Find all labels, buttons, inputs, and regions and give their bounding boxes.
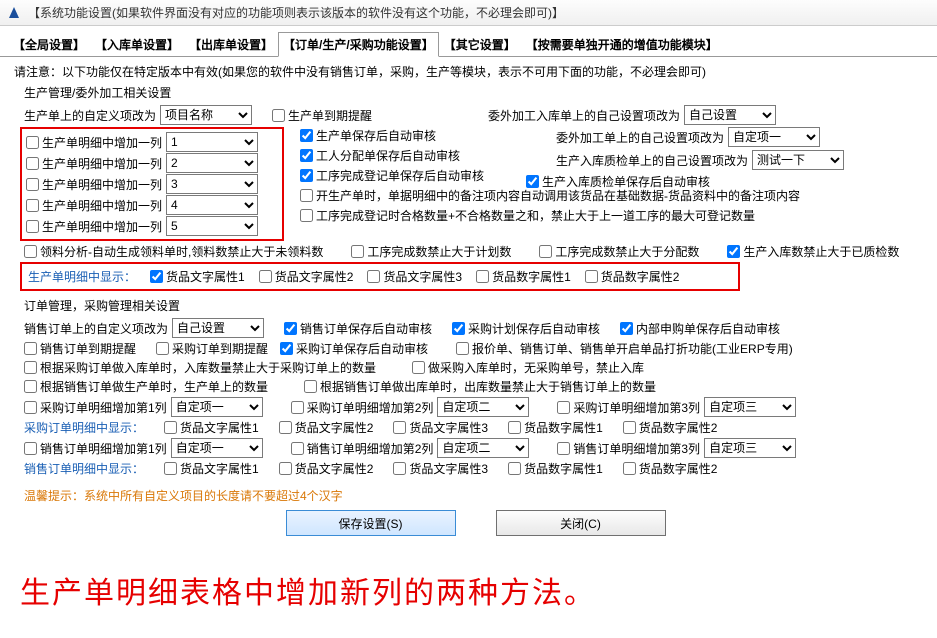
notice-text: 请注意：以下功能仅在特定版本中有效(如果您的软件中没有销售订单，采购，生产等模块… [14, 63, 927, 80]
ck-so-addcol2[interactable]: 销售订单明细增加第2列 [291, 440, 434, 457]
ck-po-addcol2[interactable]: 采购订单明细增加第2列 [291, 399, 434, 416]
tab-content: 请注意：以下功能仅在特定版本中有效(如果您的软件中没有销售订单，采购，生产等模块… [0, 57, 937, 554]
tab-addons[interactable]: 【按需要单独开通的增值功能模块】 [521, 32, 723, 57]
ck-so-attr-n1[interactable]: 货品数字属性1 [508, 460, 603, 477]
window-title: 【系统功能设置(如果软件界面没有对应的功能项则表示该版本的软件没有这个功能，不必… [28, 4, 564, 21]
annotation-caption: 生产单明细表格中增加新列的两种方法。 [0, 554, 937, 630]
ck-prod-attr-n2[interactable]: 货品数字属性2 [585, 268, 680, 285]
section-production: 生产管理/委外加工相关设置 [24, 84, 927, 101]
sel-po-addcol1[interactable]: 自定项一 [171, 397, 263, 417]
ck-so-expire[interactable]: 销售订单到期提醒 [24, 340, 136, 357]
ck-so-attr-t3[interactable]: 货品文字属性3 [393, 460, 488, 477]
tab-order-prod-purchase[interactable]: 【订单/生产/采购功能设置】 [278, 32, 439, 57]
ck-po-attr-t1[interactable]: 货品文字属性1 [164, 419, 259, 436]
ck-stockin-qc[interactable]: 生产入库数禁止大于已质检数 [727, 243, 899, 260]
ck-po-attr-n1[interactable]: 货品数字属性1 [508, 419, 603, 436]
ck-prod-attr-n1[interactable]: 货品数字属性1 [476, 268, 571, 285]
ck-po-expire[interactable]: 采购订单到期提醒 [156, 340, 268, 357]
ck-add-col-4[interactable]: 生产单明细中增加一列 [26, 197, 162, 214]
sel-so-addcol3[interactable]: 自定项三 [704, 438, 796, 458]
sel-add-col-2[interactable]: 2 [166, 153, 258, 173]
qc-in-label: 生产入库质检单上的自己设置项改为 [556, 152, 748, 169]
button-bar: 保存设置(S) 关闭(C) [24, 510, 927, 536]
ck-so-attr-t2[interactable]: 货品文字属性2 [279, 460, 374, 477]
ww-select[interactable]: 自定项一 [728, 127, 820, 147]
ck-ws-done-save-audit[interactable]: 工序完成登记单保存后自动审核 [300, 167, 484, 184]
ww-in-select[interactable]: 自己设置 [684, 105, 776, 125]
so-detail-show-label: 销售订单明细中显示： [24, 460, 144, 477]
save-button[interactable]: 保存设置(S) [286, 510, 456, 536]
tab-stockout[interactable]: 【出库单设置】 [184, 32, 278, 57]
prod-detail-show-label: 生产单明细中显示： [28, 268, 136, 285]
ck-prod-expire[interactable]: 生产单到期提醒 [272, 107, 372, 124]
app-icon [6, 5, 22, 21]
sel-so-addcol2[interactable]: 自定项二 [437, 438, 529, 458]
tab-stockin[interactable]: 【入库单设置】 [90, 32, 184, 57]
ck-po-attr-t2[interactable]: 货品文字属性2 [279, 419, 374, 436]
section-order: 订单管理，采购管理相关设置 [24, 297, 927, 314]
window-titlebar: 【系统功能设置(如果软件界面没有对应的功能项则表示该版本的软件没有这个功能，不必… [0, 0, 937, 26]
redbox-detail-show: 生产单明细中显示： 货品文字属性1 货品文字属性2 货品文字属性3 货品数字属性… [20, 262, 740, 291]
ck-qc-save-audit[interactable]: 生产入库质检单保存后自动审核 [526, 173, 710, 190]
sel-add-col-3[interactable]: 3 [166, 174, 258, 194]
ck-add-col-1[interactable]: 生产单明细中增加一列 [26, 134, 162, 151]
prod-custom-col-select[interactable]: 项目名称 [160, 105, 252, 125]
ck-po-addcol1[interactable]: 采购订单明细增加第1列 [24, 399, 167, 416]
tab-global[interactable]: 【全局设置】 [8, 32, 90, 57]
sel-so-addcol1[interactable]: 自定项一 [171, 438, 263, 458]
ck-ws-dist[interactable]: 工序完成数禁止大于分配数 [539, 243, 699, 260]
ck-so-attr-t1[interactable]: 货品文字属性1 [164, 460, 259, 477]
ck-so-attr-n2[interactable]: 货品数字属性2 [623, 460, 718, 477]
ck-add-col-3[interactable]: 生产单明细中增加一列 [26, 176, 162, 193]
warm-tip: 温馨提示：系统中所有自定义项目的长度请不要超过4个汉字 [24, 487, 927, 504]
sel-po-addcol2[interactable]: 自定项二 [437, 397, 529, 417]
ck-so-addcol3[interactable]: 销售订单明细增加第3列 [557, 440, 700, 457]
qc-in-select[interactable]: 测试一下 [752, 150, 844, 170]
ck-so-to-out-qty[interactable]: 根据销售订单做出库单时，出库数量禁止大于销售订单上的数量 [304, 378, 656, 395]
ck-add-col-2[interactable]: 生产单明细中增加一列 [26, 155, 162, 172]
ww-label: 委外加工单上的自己设置项改为 [556, 129, 724, 146]
ck-prod-attr-t3[interactable]: 货品文字属性3 [367, 268, 462, 285]
ck-internal-save-audit[interactable]: 内部申购单保存后自动审核 [620, 320, 780, 337]
tab-other[interactable]: 【其它设置】 [439, 32, 521, 57]
redbox-add-columns: 生产单明细中增加一列 1 生产单明细中增加一列 2 生产单明细中增加一列 3 生… [20, 127, 284, 241]
ck-plan-save-audit[interactable]: 采购计划保存后自动审核 [452, 320, 600, 337]
sel-add-col-1[interactable]: 1 [166, 132, 258, 152]
so-custom-select[interactable]: 自己设置 [172, 318, 264, 338]
sel-po-addcol3[interactable]: 自定项三 [704, 397, 796, 417]
so-custom-label: 销售订单上的自定义项改为 [24, 320, 168, 337]
close-button[interactable]: 关闭(C) [496, 510, 666, 536]
ww-in-label: 委外加工入库单上的自己设置项改为 [488, 107, 680, 124]
sel-add-col-5[interactable]: 5 [166, 216, 258, 236]
ck-po-addcol3[interactable]: 采购订单明细增加第3列 [557, 399, 700, 416]
ck-prod-attr-t1[interactable]: 货品文字属性1 [150, 268, 245, 285]
prod-custom-col-label: 生产单上的自定义项改为 [24, 107, 156, 124]
tab-bar: 【全局设置】 【入库单设置】 【出库单设置】 【订单/生产/采购功能设置】 【其… [0, 26, 937, 57]
sel-add-col-4[interactable]: 4 [166, 195, 258, 215]
ck-add-col-5[interactable]: 生产单明细中增加一列 [26, 218, 162, 235]
po-detail-show-label: 采购订单明细中显示： [24, 419, 144, 436]
ck-po-in-noref[interactable]: 做采购入库单时，无采购单号，禁止入库 [412, 359, 644, 376]
ck-po-save-audit[interactable]: 采购订单保存后自动审核 [280, 340, 428, 357]
ck-po-to-in-qty[interactable]: 根据采购订单做入库单时，入库数量禁止大于采购订单上的数量 [24, 359, 376, 376]
ck-po-attr-t3[interactable]: 货品文字属性3 [393, 419, 488, 436]
ck-ws-plan[interactable]: 工序完成数禁止大于计划数 [351, 243, 511, 260]
ck-prod-save-audit[interactable]: 生产单保存后自动审核 [300, 127, 436, 144]
ck-so-addcol1[interactable]: 销售订单明细增加第1列 [24, 440, 167, 457]
ck-so-save-audit[interactable]: 销售订单保存后自动审核 [284, 320, 432, 337]
ck-quote-discount[interactable]: 报价单、销售订单、销售单开启单品打折功能(工业ERP专用) [456, 340, 793, 357]
ck-worker-save-audit[interactable]: 工人分配单保存后自动审核 [300, 147, 460, 164]
ck-so-to-prod-qty[interactable]: 根据销售订单做生产单时，生产单上的数量 [24, 378, 268, 395]
ck-prod-attr-t2[interactable]: 货品文字属性2 [259, 268, 354, 285]
ck-po-attr-n2[interactable]: 货品数字属性2 [623, 419, 718, 436]
ck-ll-analyze[interactable]: 领料分析-自动生成领料单时,领料数禁止大于未领料数 [24, 243, 323, 260]
ck-ws-qty-sum[interactable]: 工序完成登记时合格数量+不合格数量之和，禁止大于上一道工序的最大可登记数量 [300, 207, 755, 224]
